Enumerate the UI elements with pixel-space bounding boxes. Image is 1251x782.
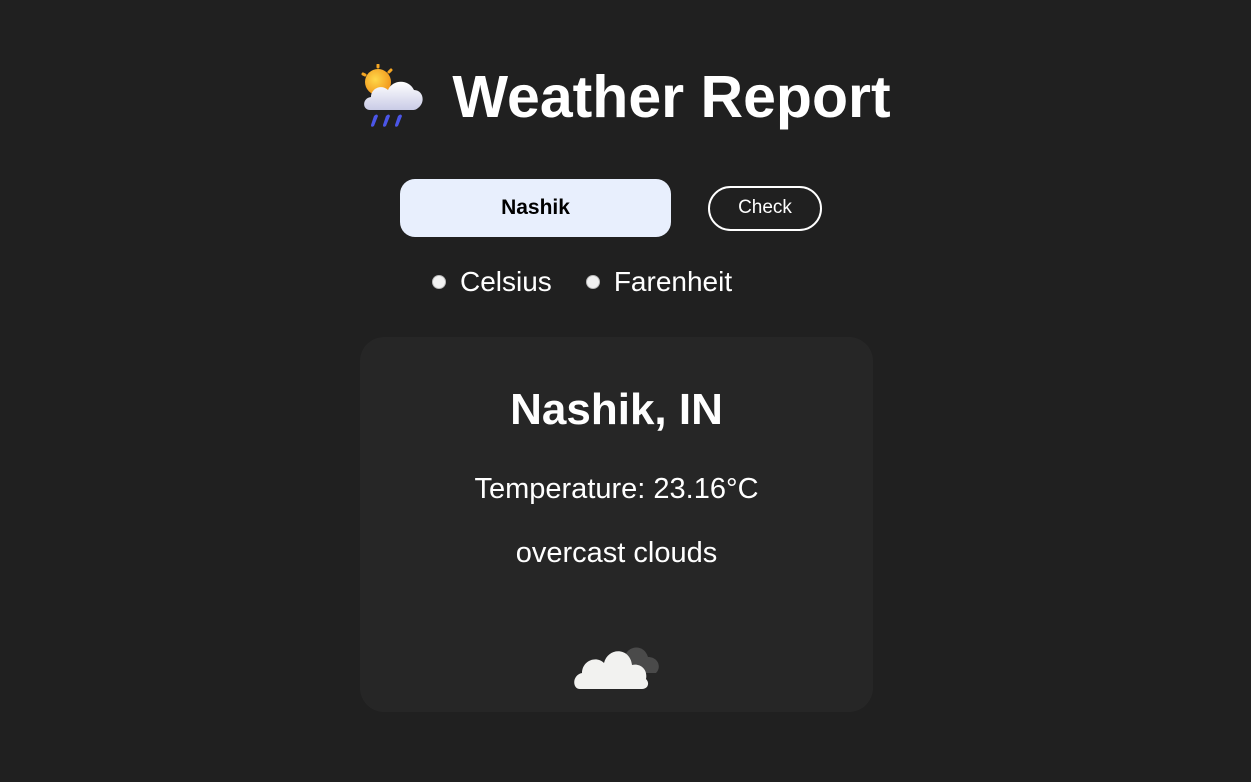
search-row: Check [400,179,822,237]
celsius-radio[interactable] [432,275,446,289]
page-title: Weather Report [452,64,891,130]
fahrenheit-radio[interactable] [585,275,600,289]
weather-card: Nashik, IN Temperature: 23.16°C overcast… [360,337,873,712]
sun-behind-rain-cloud-icon [361,64,424,127]
celsius-label: Celsius [460,266,552,297]
weather-app: Weather Report Check Celsius Farenheit N… [0,0,1251,782]
weather-description: overcast clouds [515,537,718,569]
city-input[interactable] [400,179,671,237]
temperature-text: Temperature: 23.16°C [474,473,759,505]
check-button[interactable]: Check [708,185,822,231]
fahrenheit-option[interactable]: Farenheit [585,264,733,300]
fahrenheit-label: Farenheit [613,266,733,297]
location-name: Nashik, IN [510,385,723,434]
overcast-clouds-icon [574,647,659,689]
celsius-option[interactable]: Celsius [432,264,552,300]
unit-selector: Celsius Farenheit [432,264,732,300]
page-header: Weather Report [0,62,1251,132]
